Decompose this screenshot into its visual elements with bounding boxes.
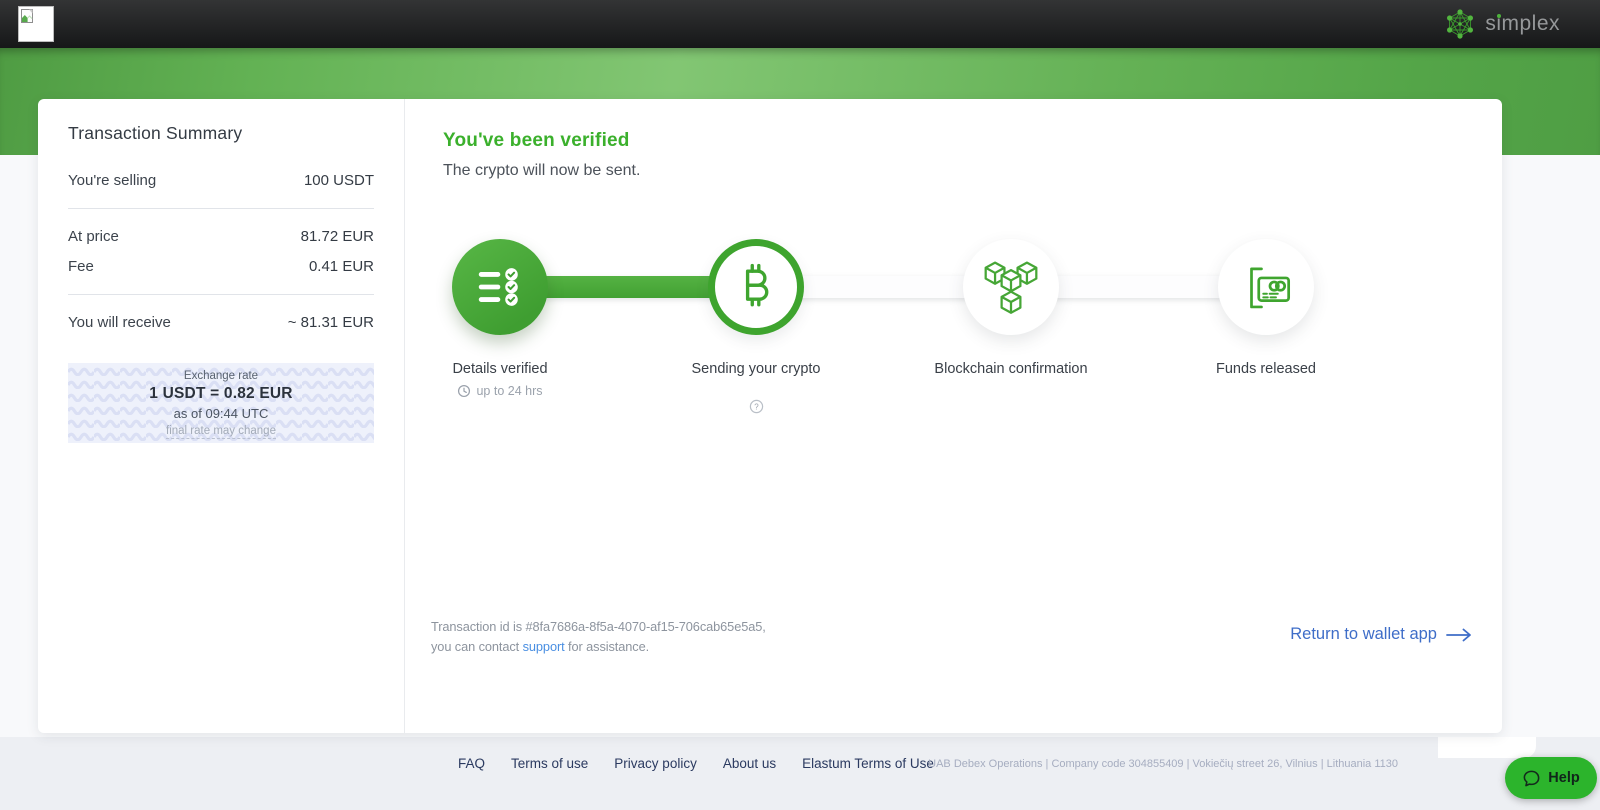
status-panel: You've been verified The crypto will now… bbox=[405, 99, 1502, 733]
clock-icon bbox=[457, 384, 471, 398]
exchange-rate-box: Exchange rate 1 USDT = 0.82 EUR as of 09… bbox=[68, 363, 374, 443]
page-title: You've been verified bbox=[443, 130, 630, 152]
bitcoin-icon bbox=[728, 259, 784, 315]
row-label: You will receive bbox=[68, 314, 171, 331]
chat-bubble-icon bbox=[1522, 769, 1541, 788]
transaction-summary-panel: Transaction Summary You're selling 100 U… bbox=[38, 99, 404, 733]
return-to-wallet-link[interactable]: Return to wallet app bbox=[1290, 625, 1472, 644]
partner-logo[interactable] bbox=[18, 6, 54, 42]
step-label: Sending your crypto bbox=[671, 360, 841, 379]
svg-text:?: ? bbox=[754, 402, 759, 411]
progress-stepper: Details verified Sending your crypto Blo… bbox=[405, 239, 1502, 489]
transaction-note-text: for assistance. bbox=[565, 639, 649, 654]
step-details-verified bbox=[452, 239, 548, 335]
summary-title: Transaction Summary bbox=[68, 123, 374, 144]
exchange-rate-value: 1 USDT = 0.82 EUR bbox=[68, 385, 374, 403]
summary-row-price: At price 81.72 EUR bbox=[68, 228, 374, 245]
exchange-rate-disclaimer: final rate may change bbox=[166, 425, 276, 439]
footer-links: FAQ Terms of use Privacy policy About us… bbox=[458, 756, 934, 771]
checklist-icon bbox=[477, 266, 523, 308]
summary-row-selling: You're selling 100 USDT bbox=[68, 172, 374, 189]
help-button-label: Help bbox=[1548, 770, 1579, 786]
transaction-id-note: Transaction id is #8fa7686a-8f5a-4070-af… bbox=[431, 617, 783, 658]
top-bar: simplex bbox=[0, 0, 1600, 48]
summary-row-receive: You will receive ~ 81.31 EUR bbox=[68, 314, 374, 331]
blockchain-cubes-icon bbox=[981, 256, 1041, 318]
step-funds-released bbox=[1218, 239, 1314, 335]
page-subtitle: The crypto will now be sent. bbox=[443, 162, 640, 180]
exchange-rate-label: Exchange rate bbox=[68, 370, 374, 382]
row-value: 100 USDT bbox=[304, 172, 374, 189]
footer-link-terms[interactable]: Terms of use bbox=[511, 756, 588, 771]
step-blockchain-confirmation bbox=[963, 239, 1059, 335]
summary-divider bbox=[68, 208, 374, 209]
footer-link-faq[interactable]: FAQ bbox=[458, 756, 485, 771]
row-label: You're selling bbox=[68, 172, 156, 189]
step-label: Blockchain confirmation bbox=[926, 360, 1096, 379]
summary-divider bbox=[68, 294, 374, 295]
step-help[interactable]: ? bbox=[671, 399, 841, 419]
exchange-rate-content: Exchange rate 1 USDT = 0.82 EUR as of 09… bbox=[68, 363, 374, 439]
chat-widget-backdrop bbox=[1438, 737, 1536, 758]
return-link-label: Return to wallet app bbox=[1290, 625, 1437, 644]
broken-image-icon bbox=[21, 9, 35, 24]
brand-wordmark: simplex bbox=[1485, 12, 1560, 36]
footer: FAQ Terms of use Privacy policy About us… bbox=[0, 737, 1600, 810]
step-eta: up to 24 hrs bbox=[415, 384, 585, 398]
simplex-logo-icon bbox=[1444, 8, 1476, 40]
company-info: UAB Debex Operations | Company code 3048… bbox=[928, 758, 1398, 770]
support-link[interactable]: support bbox=[523, 639, 565, 654]
content-card: Transaction Summary You're selling 100 U… bbox=[38, 99, 1502, 733]
step-eta-label: up to 24 hrs bbox=[476, 384, 542, 398]
footer-link-about[interactable]: About us bbox=[723, 756, 776, 771]
step-label: Details verified bbox=[415, 360, 585, 379]
help-button[interactable]: Help bbox=[1505, 757, 1597, 799]
row-label: Fee bbox=[68, 258, 94, 275]
simplex-brand[interactable]: simplex bbox=[1444, 8, 1560, 40]
row-value: 81.72 EUR bbox=[301, 228, 374, 245]
footer-link-elastum-terms[interactable]: Elastum Terms of Use bbox=[802, 756, 934, 771]
card-released-icon bbox=[1237, 258, 1295, 316]
question-icon: ? bbox=[749, 399, 764, 414]
arrow-right-icon bbox=[1446, 628, 1472, 642]
summary-row-fee: Fee 0.41 EUR bbox=[68, 258, 374, 275]
row-value: 0.41 EUR bbox=[309, 258, 374, 275]
row-value: ~ 81.31 EUR bbox=[288, 314, 374, 331]
footer-link-privacy[interactable]: Privacy policy bbox=[614, 756, 697, 771]
row-label: At price bbox=[68, 228, 119, 245]
exchange-rate-timestamp: as of 09:44 UTC bbox=[68, 406, 374, 421]
step-sending-crypto bbox=[708, 239, 804, 335]
step-label: Funds released bbox=[1181, 360, 1351, 379]
